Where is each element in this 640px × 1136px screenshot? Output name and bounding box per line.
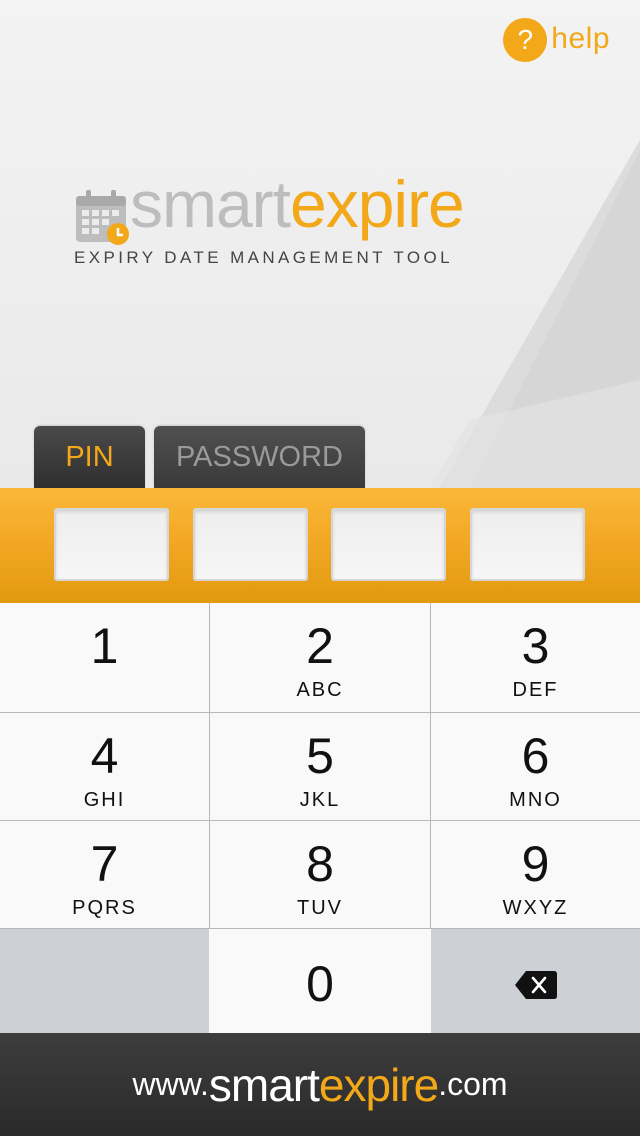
help-icon: ?	[503, 18, 548, 62]
key-3[interactable]: 3 DEF	[431, 603, 640, 712]
key-2[interactable]: 2 ABC	[210, 603, 430, 712]
header-area: ? help smartexpire EXPIRY DATE MANAGEMEN…	[0, 0, 640, 488]
pin-digit-field-2[interactable]	[193, 508, 308, 581]
calendar-icon	[76, 190, 129, 245]
footer-prefix: www.	[132, 1066, 209, 1102]
help-button[interactable]: ? help	[503, 18, 610, 62]
key-letters: GHI	[83, 789, 126, 811]
key-letters: MNO	[509, 789, 562, 811]
pin-entry-bar	[0, 488, 640, 603]
pin-digit-field-3[interactable]	[331, 508, 446, 581]
logo-tagline: EXPIRY DATE MANAGEMENT TOOL	[74, 248, 453, 267]
key-letters: ABC	[296, 679, 344, 701]
key-digit: 2	[306, 618, 334, 674]
help-label: help	[551, 22, 610, 55]
backspace-icon	[515, 971, 557, 999]
key-letters: JKL	[299, 789, 341, 811]
key-digit: 3	[521, 618, 550, 674]
key-digit: 0	[306, 956, 334, 1012]
logo-wordmark: smartexpire	[130, 166, 465, 242]
key-5[interactable]: 5 JKL	[210, 713, 430, 820]
footer-smart: smart	[208, 1058, 320, 1111]
key-digit: 9	[521, 836, 550, 892]
pin-digit-field-1[interactable]	[54, 508, 169, 581]
key-1[interactable]: 1	[0, 603, 209, 712]
key-4[interactable]: 4 GHI	[0, 713, 209, 820]
key-8[interactable]: 8 TUV	[210, 821, 430, 928]
divider	[430, 603, 431, 929]
key-letters: DEF	[512, 679, 559, 701]
tab-password[interactable]: PASSWORD	[154, 426, 365, 488]
logo-smart: smart	[130, 167, 291, 241]
key-digit: 7	[90, 836, 119, 892]
key-6[interactable]: 6 MNO	[431, 713, 640, 820]
footer-suffix: .com	[438, 1066, 508, 1102]
key-digit: 1	[90, 618, 119, 674]
footer-website-link[interactable]: www. smart expire .com	[0, 1033, 640, 1136]
key-digit: 5	[306, 728, 334, 784]
key-0[interactable]: 0	[210, 929, 430, 1033]
key-9[interactable]: 9 WXYZ	[431, 821, 640, 928]
tab-pin[interactable]: PIN	[34, 426, 145, 488]
pin-digit-field-4[interactable]	[470, 508, 585, 581]
key-digit: 6	[521, 728, 550, 784]
key-7[interactable]: 7 PQRS	[0, 821, 209, 928]
key-digit: 8	[306, 836, 334, 892]
key-blank	[0, 929, 209, 1033]
divider	[0, 712, 640, 713]
footer-expire: expire	[318, 1058, 439, 1111]
logo-expire: expire	[290, 167, 465, 241]
key-letters: WXYZ	[502, 897, 569, 919]
divider	[209, 603, 210, 929]
divider	[0, 820, 640, 821]
key-digit: 4	[90, 728, 119, 784]
key-letters: TUV	[297, 897, 343, 919]
divider	[0, 928, 640, 929]
app-logo: smartexpire EXPIRY DATE MANAGEMENT TOOL	[74, 167, 574, 270]
key-letters: PQRS	[72, 897, 137, 919]
